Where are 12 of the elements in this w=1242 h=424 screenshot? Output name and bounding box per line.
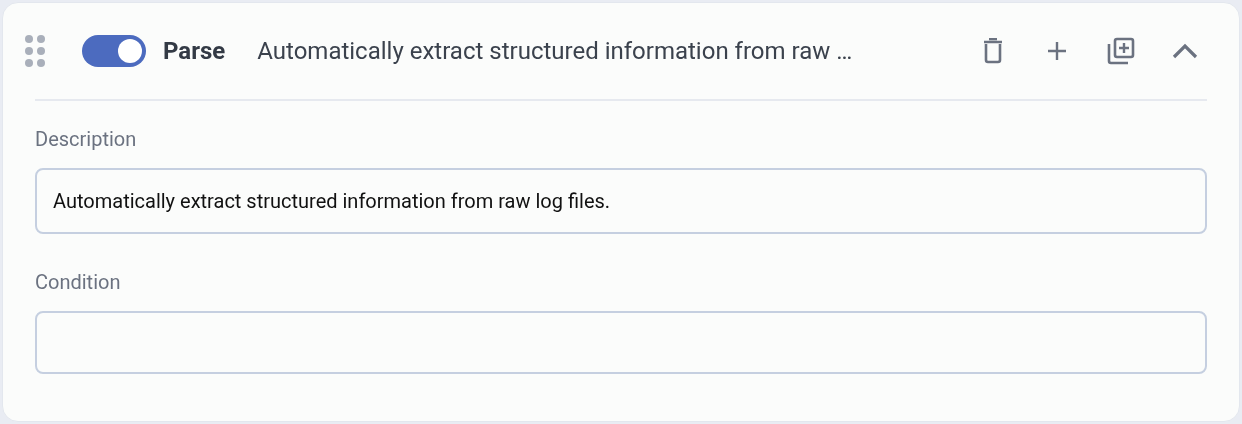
step-name: Parse bbox=[163, 37, 226, 65]
input-field[interactable] bbox=[35, 311, 1207, 374]
plus-icon[interactable] bbox=[1047, 41, 1067, 61]
toggle-switch[interactable] bbox=[82, 35, 146, 67]
input-field[interactable]: Automatically extract structured information from raw log files. bbox=[35, 168, 1207, 234]
field-label: Description bbox=[35, 127, 138, 151]
field-label: Condition bbox=[35, 270, 122, 294]
duplicate-icon[interactable] bbox=[1107, 37, 1135, 65]
chevron-up-icon[interactable] bbox=[1172, 43, 1198, 59]
step-summary: Automatically extract structured information from raw … bbox=[257, 37, 854, 65]
drag-handle-icon[interactable] bbox=[24, 34, 46, 68]
trash-icon[interactable] bbox=[983, 38, 1003, 64]
